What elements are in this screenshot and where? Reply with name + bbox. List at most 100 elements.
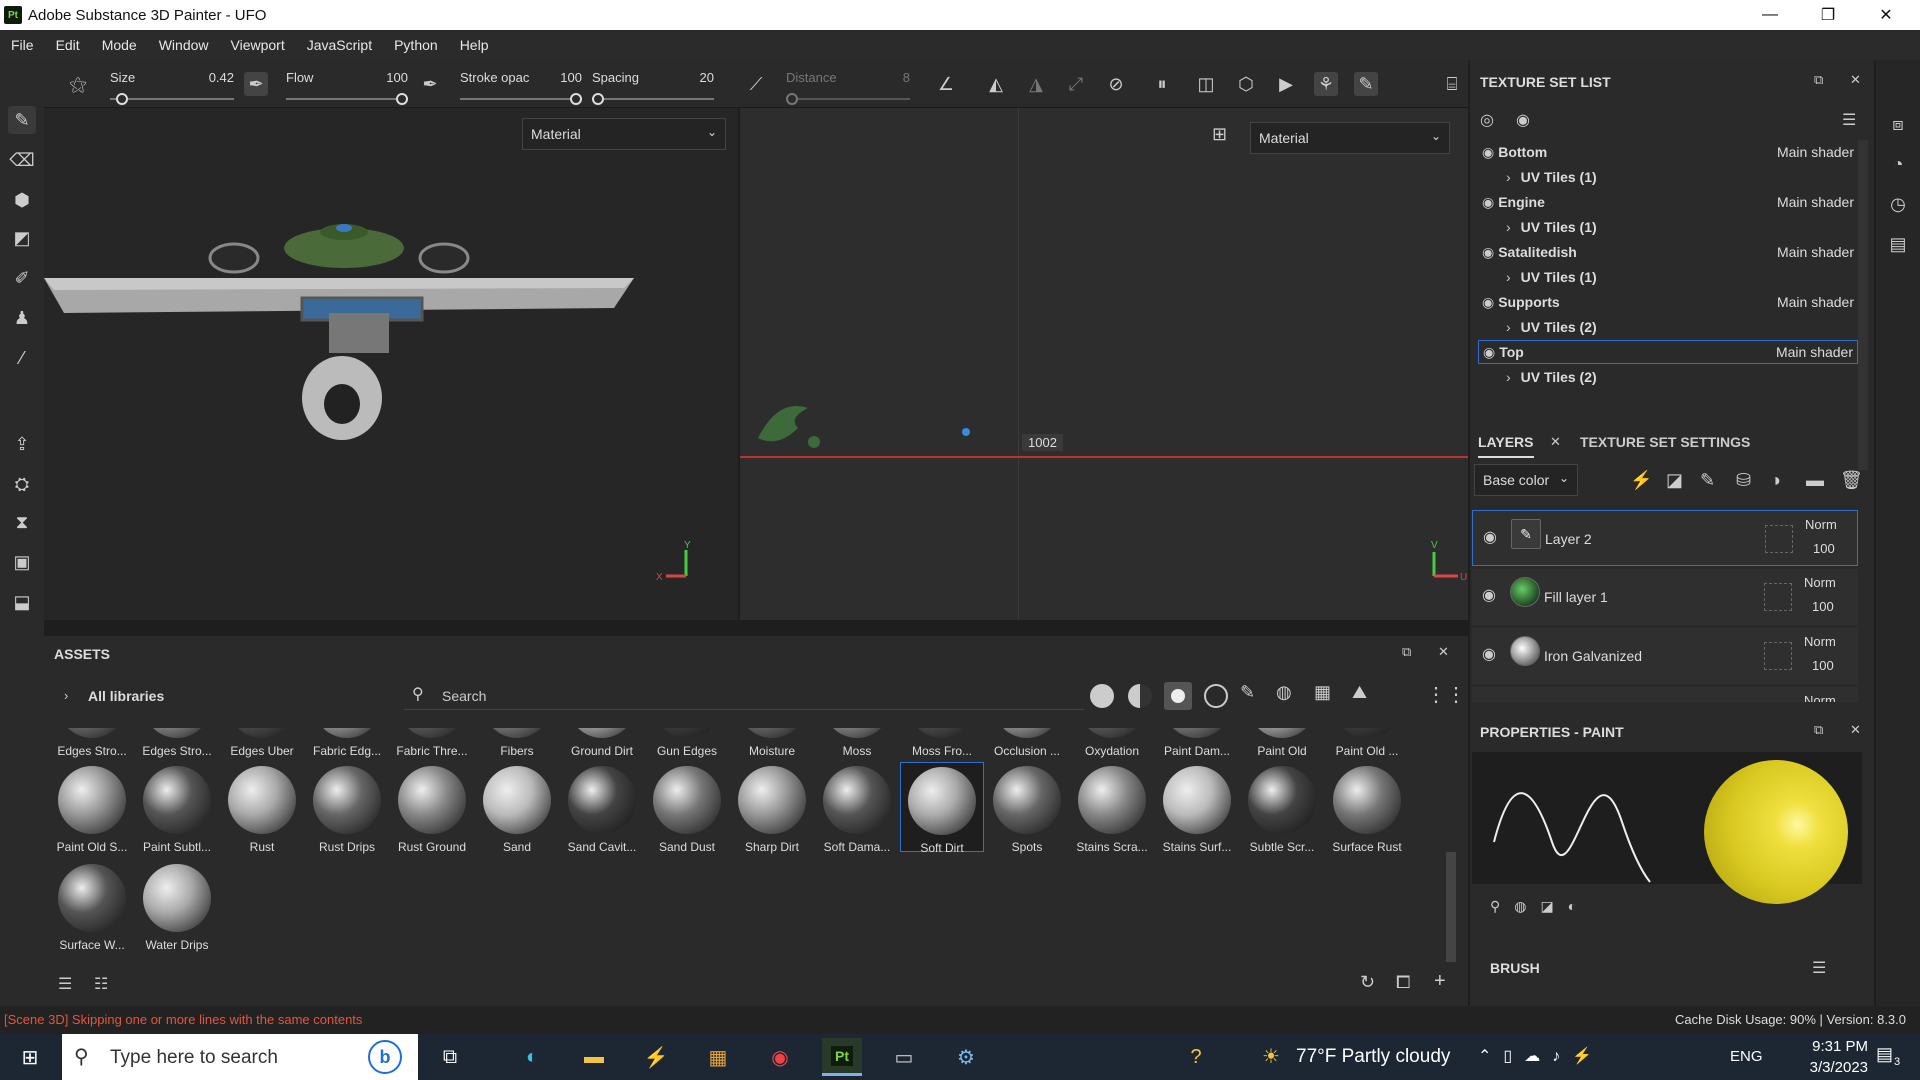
search-input[interactable]: Search (442, 688, 486, 704)
symmetry-icon[interactable]: ◭ (984, 72, 1008, 96)
transform-icon[interactable]: ⤢ (1064, 72, 1088, 96)
asset-tile[interactable]: Paint Old S... (50, 762, 134, 854)
3d-view-icon[interactable]: ⬡ (1234, 72, 1258, 96)
shader-name[interactable]: Main shader (1776, 344, 1853, 360)
filter-textures-icon[interactable]: ▦ (1314, 682, 1331, 703)
tab-texture-set-settings[interactable]: TEXTURE SET SETTINGS (1580, 434, 1750, 450)
spacing-slider[interactable]: Spacing 20 (592, 66, 714, 106)
layer-opacity[interactable]: 100 (1812, 658, 1834, 673)
chevron-right-icon[interactable]: › (1506, 269, 1511, 285)
eraser-icon[interactable]: ⌫ (8, 146, 36, 174)
hourglass-icon[interactable]: ⧗ (8, 508, 36, 536)
paint-brush-icon[interactable]: ✎ (8, 106, 36, 134)
chevron-right-icon[interactable]: › (1506, 369, 1511, 385)
spacing-slider-knob[interactable] (592, 93, 604, 105)
asset-tile[interactable]: Gun Edges (645, 728, 729, 758)
close-icon[interactable]: ✕ (1438, 644, 1449, 660)
blend-mode[interactable]: Norm (1805, 517, 1837, 532)
file-explorer-icon[interactable]: ▬ (574, 1038, 614, 1076)
flow-value[interactable]: 100 (386, 70, 408, 85)
shader-name[interactable]: Main shader (1777, 194, 1854, 210)
asset-tile[interactable]: Sand Cavit... (560, 762, 644, 854)
maximize-button[interactable]: ❐ (1800, 0, 1856, 30)
eye-icon[interactable]: ◉ (1482, 585, 1496, 605)
undock-icon[interactable]: ⧉ (1814, 72, 1823, 88)
add-effect-icon[interactable]: ⚡ (1630, 470, 1652, 491)
slider-track[interactable] (592, 98, 714, 100)
asset-tile[interactable]: Moss (815, 728, 899, 758)
menu-javascript[interactable]: JavaScript (296, 37, 383, 53)
spacing-value[interactable]: 20 (700, 70, 714, 85)
viewport-2d[interactable]: ⊞ Material ⌄ 1002 V U (740, 108, 1468, 620)
layer-row[interactable]: ◉ ✎ Layer 2 Norm 100 (1472, 510, 1858, 566)
layer-opacity[interactable]: 100 (1813, 541, 1835, 556)
channel-dropdown[interactable]: Base color ⌄ (1474, 464, 1578, 496)
uv-tiles-row[interactable]: › UV Tiles (2) (1478, 365, 1858, 389)
export-icon[interactable]: ⇪ (8, 430, 36, 458)
menu-file[interactable]: File (0, 37, 45, 53)
filter-environments-icon[interactable]: ⛰ (1352, 682, 1367, 703)
details-view-icon[interactable]: ☷ (94, 974, 108, 994)
display-settings-icon[interactable]: ◔ (1884, 150, 1912, 178)
filter-brushes-icon[interactable]: ✎ (1240, 682, 1255, 703)
blend-mode[interactable]: Norm (1804, 575, 1836, 590)
chevron-right-icon[interactable]: › (1506, 219, 1511, 235)
list-view-icon[interactable]: ☰ (58, 974, 72, 994)
split-view-icon[interactable]: ◫ (1194, 72, 1218, 96)
minimize-button[interactable]: — (1742, 0, 1798, 30)
windows-start-icon[interactable]: ⊞ (10, 1038, 50, 1076)
menu-icon[interactable]: ☰ (1812, 958, 1826, 978)
shader-name[interactable]: Main shader (1777, 144, 1854, 160)
asset-tile[interactable]: Paint Dam... (1155, 728, 1239, 758)
distance-slider-knob[interactable] (786, 93, 798, 105)
asset-tile[interactable]: Occlusion ... (985, 728, 1069, 758)
system-tray-icons[interactable]: ⌃▯☁♪⚡ (1478, 1046, 1604, 1066)
tool-preset-icon[interactable]: ⚝ (66, 72, 90, 96)
layer-row[interactable]: ◉ Iron Galvanized Norm 100 (1472, 628, 1858, 684)
ufo-model[interactable] (44, 218, 644, 458)
asset-tile[interactable]: Fabric Thre... (390, 728, 474, 758)
refresh-icon[interactable]: ↻ (1360, 972, 1375, 993)
asset-tile[interactable]: Soft Dama... (815, 762, 899, 854)
texture-set-row[interactable]: ◉ Top Main shader (1478, 340, 1858, 364)
bing-icon[interactable]: b (368, 1040, 402, 1074)
uv-tiles-row[interactable]: › UV Tiles (1) (1478, 215, 1858, 239)
menu-window[interactable]: Window (148, 37, 220, 53)
eye-icon[interactable]: ◉ (1482, 144, 1494, 161)
asset-tile[interactable]: Moisture (730, 728, 814, 758)
projection-icon[interactable]: ⬢ (8, 186, 36, 214)
brush-section-title[interactable]: BRUSH (1490, 960, 1540, 976)
add-fill-layer-icon[interactable]: ⛁ (1736, 470, 1751, 491)
camera-icon[interactable]: ▶ (1274, 72, 1298, 96)
asset-tile[interactable]: Fibers (475, 728, 559, 758)
filter-smart-materials-icon[interactable] (1128, 684, 1152, 708)
asset-tile[interactable]: Surface Rust (1325, 762, 1409, 854)
asset-tile[interactable]: Edges Stro... (50, 728, 134, 758)
size-slider-knob[interactable] (116, 93, 128, 105)
alignment-icon[interactable]: ∠ (934, 72, 958, 96)
asset-tile[interactable]: Paint Old (1240, 728, 1324, 758)
filter-smart-masks-icon[interactable] (1164, 682, 1192, 710)
symmetry-mode-icon[interactable]: ◮ (1024, 72, 1048, 96)
asset-tile[interactable]: Rust (220, 762, 304, 854)
asset-tile[interactable]: Stains Scra... (1070, 762, 1154, 854)
eye-icon[interactable]: ◉ (1483, 344, 1495, 361)
import-icon[interactable]: ⧠ (1396, 972, 1410, 993)
menu-python[interactable]: Python (383, 37, 449, 53)
asset-tile[interactable]: Rust Ground (390, 762, 474, 854)
weather-text[interactable]: 77°F Partly cloudy (1296, 1046, 1450, 1068)
hide-all-icon[interactable]: ◎ (1480, 110, 1494, 130)
hide-mask-icon[interactable]: ⊘ (1104, 72, 1128, 96)
physics-icon[interactable]: ⚘ (1314, 72, 1338, 96)
slider-track[interactable] (786, 98, 910, 100)
filter-materials-icon[interactable] (1090, 684, 1114, 708)
close-icon[interactable]: ✕ (1850, 72, 1861, 88)
add-icon[interactable]: + (1434, 970, 1446, 993)
shelf-icon[interactable]: ⬓ (8, 588, 36, 616)
asset-search[interactable]: ⚲ Search (404, 680, 1084, 710)
texture-set-row[interactable]: ◉ Bottom Main shader (1478, 140, 1858, 164)
language-indicator[interactable]: ENG (1730, 1048, 1763, 1065)
chevron-right-icon[interactable]: › (1506, 319, 1511, 335)
asset-tile[interactable]: Rust Drips (305, 762, 389, 854)
grid-view-icon[interactable]: ⋮⋮ (1426, 682, 1466, 707)
